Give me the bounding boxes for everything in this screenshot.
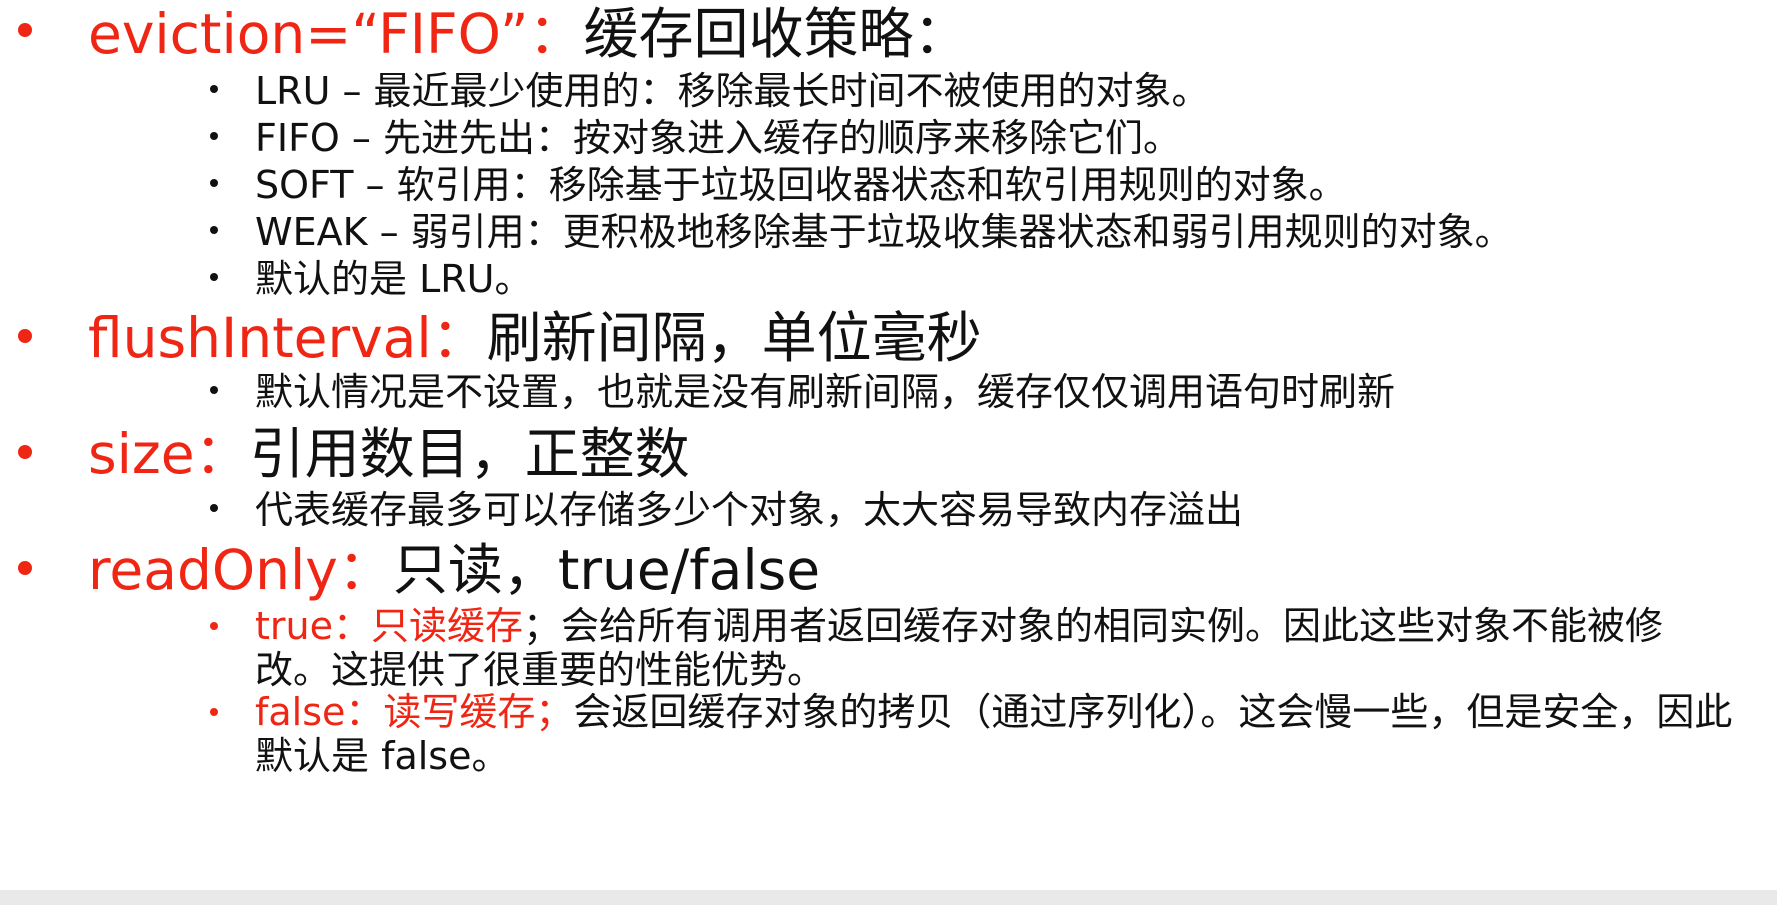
eviction-bullet [18, 23, 32, 37]
readonly-description: 只读，true/false [392, 538, 821, 602]
flushinterval-separator: ： [431, 306, 487, 370]
slide: eviction=“FIFO”：缓存回收策略： LRU – 最近最少使用的：移除… [0, 0, 1777, 905]
eviction-key: eviction=“FIFO” [88, 2, 529, 66]
flushinterval-key: flushInterval [88, 306, 432, 370]
sub-bullet [210, 504, 218, 512]
size-line: size：引用数目，正整数 [88, 420, 690, 488]
bottom-band [0, 890, 1777, 905]
sub-bullet [210, 132, 218, 140]
sub-text: 默认的是 LRU。 [255, 257, 533, 301]
eviction-separator: ： [528, 2, 584, 66]
readonly-separator: ： [337, 538, 393, 602]
sub-text: WEAK – 弱引用：更积极地移除基于垃圾收集器状态和弱引用规则的对象。 [255, 210, 1513, 254]
sub-bullet [210, 386, 218, 394]
sub-bullet [210, 179, 218, 187]
sub-text: true：只读缓存；会给所有调用者返回缓存对象的相同实例。因此这些对象不能被修改… [255, 604, 1735, 692]
sub-bullet-red [210, 622, 218, 630]
sub-text: false：读写缓存；会返回缓存对象的拷贝（通过序列化）。这会慢一些，但是安全，… [255, 690, 1735, 778]
sub-text: 默认情况是不设置，也就是没有刷新间隔，缓存仅仅调用语句时刷新 [255, 370, 1396, 414]
size-bullet [18, 445, 32, 459]
sub-text: FIFO – 先进先出：按对象进入缓存的顺序来移除它们。 [255, 116, 1181, 160]
size-key: size [88, 422, 195, 486]
flushinterval-line: flushInterval：刷新间隔，单位毫秒 [88, 304, 982, 372]
sub-text: LRU – 最近最少使用的：移除最长时间不被使用的对象。 [255, 69, 1210, 113]
size-description: 引用数目，正整数 [249, 422, 690, 486]
eviction-line: eviction=“FIFO”：缓存回收策略： [88, 0, 969, 68]
eviction-description: 缓存回收策略： [583, 2, 969, 66]
readonly-bullet [18, 561, 32, 575]
sub-text: SOFT – 软引用：移除基于垃圾回收器状态和软引用规则的对象。 [255, 163, 1347, 207]
flushinterval-bullet [18, 329, 32, 343]
sub-text: 代表缓存最多可以存储多少个对象，太大容易导致内存溢出 [255, 488, 1244, 532]
highlight-text: false：读写缓存； [255, 690, 574, 734]
readonly-line: readOnly：只读，true/false [88, 536, 820, 604]
readonly-key: readOnly [88, 538, 338, 602]
sub-bullet-red [210, 708, 218, 716]
highlight-text: true：只读缓存 [255, 604, 523, 648]
sub-bullet [210, 85, 218, 93]
flushinterval-description: 刷新间隔，单位毫秒 [486, 306, 982, 370]
sub-bullet [210, 273, 218, 281]
sub-bullet [210, 226, 218, 234]
size-separator: ： [194, 422, 250, 486]
